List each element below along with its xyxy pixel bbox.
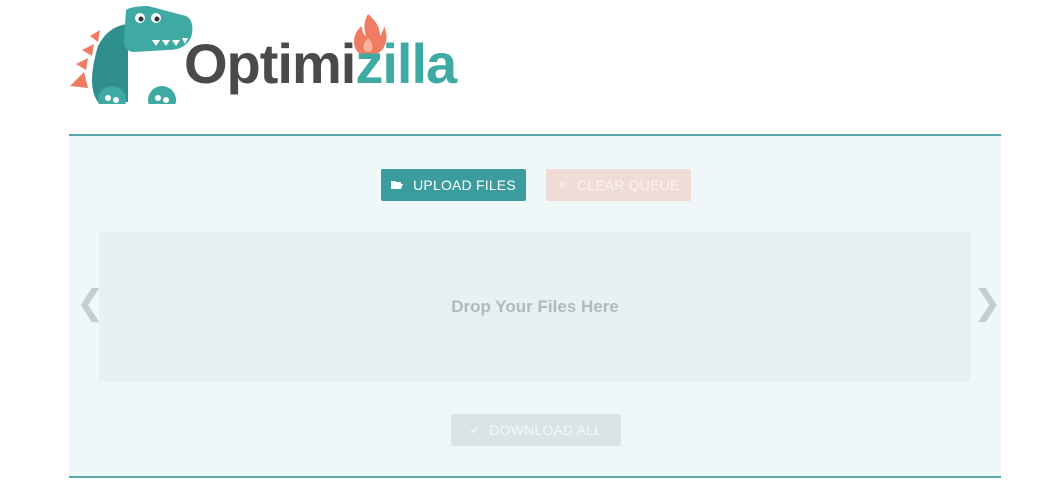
upload-files-label: UPLOAD FILES xyxy=(413,177,516,193)
dropzone-text: Drop Your Files Here xyxy=(451,297,619,316)
file-dropzone[interactable]: Drop Your Files Here xyxy=(99,232,971,382)
download-all-label: DOWNLOAD ALL xyxy=(489,422,603,438)
dinosaur-mascot-icon xyxy=(70,6,193,104)
site-header: Optimizilla xyxy=(0,0,1051,134)
logo-text-zilla: zilla xyxy=(355,32,457,95)
logo-text-optimi: Optimi xyxy=(184,32,356,95)
logo-wordmark: Optimizilla xyxy=(184,36,457,92)
chevron-right-icon[interactable]: ❯ xyxy=(973,286,1002,320)
upload-panel: UPLOAD FILES ✕ CLEAR QUEUE ❮ Drop Your F… xyxy=(69,134,1002,478)
clear-queue-label: CLEAR QUEUE xyxy=(576,177,680,193)
close-icon: ✕ xyxy=(557,179,567,192)
upload-files-button[interactable]: UPLOAD FILES xyxy=(381,169,526,201)
folder-open-icon xyxy=(391,180,404,190)
download-all-button[interactable]: ✔ DOWNLOAD ALL xyxy=(451,414,621,446)
optimizilla-logo[interactable]: Optimizilla xyxy=(68,6,498,106)
clear-queue-button[interactable]: ✕ CLEAR QUEUE xyxy=(546,169,691,201)
check-icon: ✔ xyxy=(469,424,480,437)
